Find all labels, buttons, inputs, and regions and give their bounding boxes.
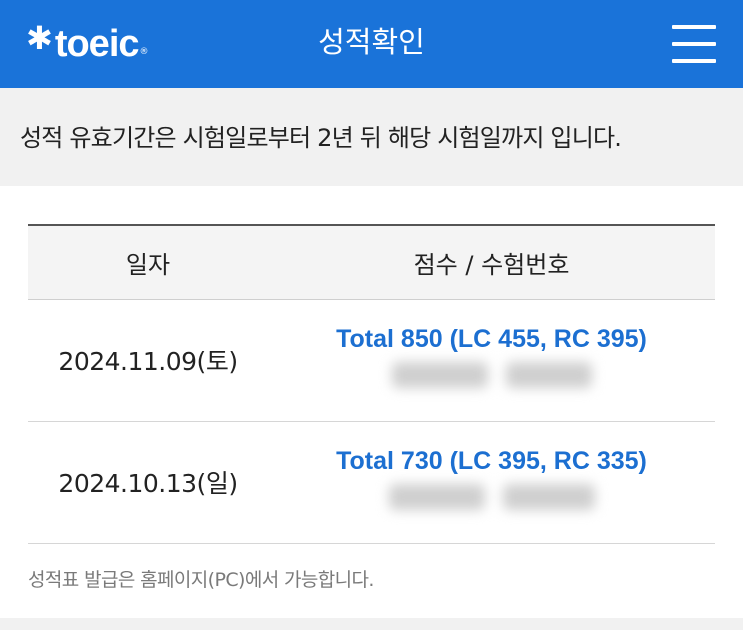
logo-registered-mark: ® [139,47,149,57]
score-cell: Total 850 (LC 455, RC 395) [268,299,715,422]
validity-notice: 성적 유효기간은 시험일로부터 2년 뒤 해당 시험일까지 입니다. [0,88,743,186]
exam-number-blurred [391,361,592,388]
exam-number-part [505,361,592,388]
table-header-row: 일자 점수 / 수험번호 [28,224,715,300]
table-row: 2024.10.13(일) Total 730 (LC 395, RC 335) [28,421,715,544]
table-row: 2024.11.09(토) Total 850 (LC 455, RC 395) [28,299,715,422]
hamburger-menu-icon[interactable] [670,22,720,66]
column-header-score: 점수 / 수험번호 [268,224,715,300]
exam-number-part [388,483,485,510]
score-link[interactable]: Total 730 (LC 395, RC 335) [268,447,715,476]
app-header: ✱ toeic ® 성적확인 [0,0,743,88]
score-cell: Total 730 (LC 395, RC 335) [268,421,715,544]
menu-bar-bottom [672,59,716,63]
test-date: 2024.10.13(일) [28,421,268,544]
certificate-footnote: 성적표 발급은 홈페이지(PC)에서 가능합니다. [28,569,374,591]
exam-number-part [391,361,488,388]
validity-notice-text: 성적 유효기간은 시험일로부터 2년 뒤 해당 시험일까지 입니다. [20,124,622,152]
logo-star-icon: ✱ [26,19,53,57]
logo-wordmark: toeic [54,22,140,65]
score-link[interactable]: Total 850 (LC 455, RC 395) [268,325,715,354]
test-date: 2024.11.09(토) [28,299,268,422]
toeic-logo[interactable]: ✱ toeic ® [26,22,149,66]
column-header-date: 일자 [28,224,268,300]
menu-bar-middle [672,42,716,46]
score-table: 일자 점수 / 수험번호 2024.11.09(토) Total 850 (LC… [28,224,715,544]
exam-number-part [502,483,595,510]
exam-number-blurred [388,483,595,510]
bottom-divider [0,618,743,630]
menu-bar-top [672,25,716,29]
